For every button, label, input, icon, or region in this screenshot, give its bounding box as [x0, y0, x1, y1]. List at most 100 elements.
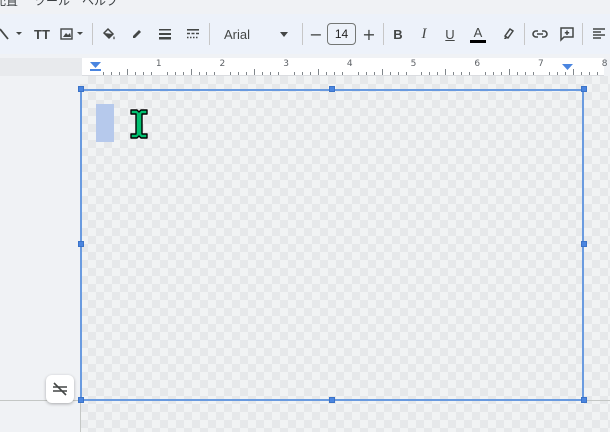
- bold-button[interactable]: B: [388, 22, 408, 46]
- border-dash-button[interactable]: [182, 22, 204, 46]
- ruler-tick: [134, 72, 136, 75]
- ruler-tick: [341, 72, 343, 75]
- ruler-tick: [206, 72, 208, 75]
- ruler-tick: [278, 72, 280, 75]
- insert-link-button[interactable]: [529, 22, 551, 46]
- ruler-number: 4: [346, 59, 353, 69]
- hide-icon: [53, 382, 67, 396]
- italic-button[interactable]: I: [414, 22, 434, 46]
- ruler-tick: [317, 69, 319, 75]
- ruler-number: 1: [155, 59, 162, 69]
- menu-tools[interactable]: ツール: [34, 0, 70, 9]
- highlight-color-button[interactable]: [497, 22, 519, 46]
- ruler-tick: [254, 69, 256, 75]
- resize-handle-bottom[interactable]: [329, 397, 335, 403]
- ruler-number: 5: [410, 59, 417, 69]
- ruler-tick: [501, 72, 503, 75]
- ruler-tick: [580, 72, 582, 75]
- border-weight-button[interactable]: [154, 22, 176, 46]
- ruler-tick: [461, 72, 463, 75]
- border-color-button[interactable]: [126, 22, 148, 46]
- toolbar-divider: [209, 23, 210, 45]
- toolbar-divider: [92, 23, 93, 45]
- text-color-icon: A: [473, 24, 483, 40]
- ruler-number: 3: [283, 59, 289, 69]
- ruler-number: 6: [474, 59, 481, 69]
- text-box[interactable]: [80, 89, 584, 401]
- fill-color-button[interactable]: [98, 22, 120, 46]
- resize-handle-left[interactable]: [78, 241, 84, 247]
- minus-icon: −: [309, 24, 323, 44]
- ruler-tick: [381, 69, 383, 75]
- hide-ruler-button[interactable]: [46, 375, 74, 403]
- insert-image-button[interactable]: [58, 22, 88, 46]
- ruler-tick: [309, 72, 311, 75]
- right-indent-marker[interactable]: [562, 64, 574, 72]
- text-color-bar: [470, 39, 486, 43]
- ruler-tick: [373, 72, 375, 75]
- ruler-tick: [357, 72, 359, 75]
- font-family-value: Arial: [224, 26, 251, 42]
- ruler-tick: [493, 72, 495, 75]
- left-indent-marker[interactable]: [90, 62, 102, 72]
- increase-font-size-button[interactable]: +: [359, 22, 379, 46]
- line-icon: [0, 28, 22, 40]
- ruler-tick: [214, 72, 216, 75]
- resize-handle-top-left[interactable]: [78, 86, 84, 92]
- ruler-tick: [246, 72, 248, 75]
- ruler-margin: [0, 58, 82, 76]
- resize-handle-top-right[interactable]: [581, 86, 587, 92]
- ruler-tick: [485, 72, 487, 75]
- chevron-down-icon: [280, 32, 288, 37]
- ruler-tick: [166, 72, 168, 75]
- ruler-tick: [588, 72, 590, 75]
- ruler-tick: [509, 69, 511, 75]
- text-color-button[interactable]: A: [467, 22, 489, 46]
- ruler-tick: [110, 72, 112, 75]
- italic-icon: I: [421, 25, 427, 42]
- ruler-tick: [548, 72, 550, 75]
- ruler-tick: [302, 72, 304, 75]
- ruler-tick: [517, 72, 518, 75]
- ruler-tick: [469, 72, 471, 75]
- toolbar-divider: [524, 23, 525, 45]
- ruler-tick: [453, 72, 455, 75]
- ruler-tick: [389, 72, 391, 75]
- fill-color-icon: [102, 27, 115, 40]
- ruler-tick: [174, 72, 176, 75]
- add-comment-button[interactable]: [556, 22, 578, 46]
- menu-arrange[interactable]: 配置: [0, 0, 18, 9]
- text-cursor-icon: [130, 109, 148, 139]
- ruler-tick: [596, 72, 598, 75]
- border-color-icon: [133, 30, 141, 38]
- ruler-tick: [556, 72, 558, 75]
- ruler-tick: [333, 72, 335, 75]
- resize-handle-bottom-left[interactable]: [78, 397, 84, 403]
- font-size-input[interactable]: 14: [327, 23, 356, 45]
- text-style-button[interactable]: TT: [30, 22, 54, 46]
- ruler-tick: [445, 69, 447, 75]
- decrease-font-size-button[interactable]: −: [306, 22, 326, 46]
- resize-handle-top[interactable]: [329, 86, 335, 92]
- align-button[interactable]: [588, 22, 610, 46]
- menu-help[interactable]: ヘルプ: [82, 0, 118, 9]
- ruler-tick: [325, 72, 327, 75]
- ruler-tick: [532, 72, 534, 75]
- ruler-tick: [142, 72, 144, 75]
- resize-handle-right[interactable]: [581, 241, 587, 247]
- text-selection-highlight: [96, 104, 114, 142]
- ruler-tick: [262, 72, 264, 75]
- toolbar: TT Arial − 14 + B I U A: [0, 14, 610, 54]
- align-icon: [593, 28, 605, 39]
- ruler-tick: [190, 69, 192, 75]
- line-tool-button[interactable]: [0, 22, 28, 46]
- ruler-number: 2: [219, 59, 226, 69]
- ruler-tick: [126, 69, 128, 75]
- underline-button[interactable]: U: [440, 22, 460, 46]
- ruler-tick: [437, 72, 439, 75]
- resize-handle-bottom-right[interactable]: [581, 397, 587, 403]
- horizontal-ruler[interactable]: 1 2 3 4 5 6 7 8: [82, 58, 607, 76]
- ruler-tick: [150, 72, 152, 75]
- ruler-tick: [102, 72, 104, 75]
- font-family-select[interactable]: Arial: [214, 22, 298, 46]
